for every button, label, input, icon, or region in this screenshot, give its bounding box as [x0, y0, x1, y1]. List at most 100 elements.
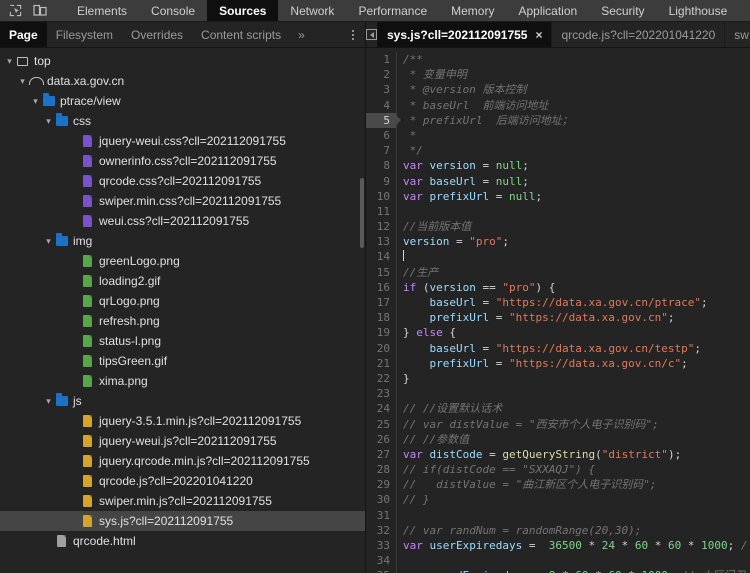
code-content[interactable]: 1/** 2 * 变量申明 3 * @version 版本控制 4 * baseUrl…	[366, 48, 750, 573]
tab-console[interactable]: Console	[139, 0, 207, 21]
chevron-down-icon[interactable]	[30, 97, 41, 106]
tree-item[interactable]: xima.png	[0, 371, 365, 391]
tree-item[interactable]: img	[0, 231, 365, 251]
tab-application[interactable]: Application	[506, 0, 589, 21]
tree-scrollbar[interactable]	[360, 178, 364, 248]
tree-item[interactable]: status-l.png	[0, 331, 365, 351]
chevron-down-icon[interactable]	[43, 237, 54, 246]
tree-item[interactable]: css	[0, 111, 365, 131]
code-line[interactable]: 34	[366, 553, 750, 569]
tree-item[interactable]: data.xa.gov.cn	[0, 71, 365, 91]
code-line[interactable]: 18 prefixUrl = "https://data.xa.gov.cn";	[366, 310, 750, 326]
tab-memory[interactable]: Memory	[439, 0, 506, 21]
editor-tab-sys-js[interactable]: sys.js?cll=202112091755 ×	[378, 22, 553, 47]
tree-item[interactable]: jquery-weui.js?cll=202112091755	[0, 431, 365, 451]
code-line[interactable]: 13 version = "pro";	[366, 234, 750, 250]
tab-network[interactable]: Network	[278, 0, 346, 21]
tree-item-label: jquery.qrcode.min.js?cll=202112091755	[99, 454, 310, 468]
tree-item[interactable]: qrcode.js?cll=202201041220	[0, 471, 365, 491]
tree-item[interactable]: loading2.gif	[0, 271, 365, 291]
editor-tab-qrcode-js[interactable]: qrcode.js?cll=202201041220	[552, 22, 726, 47]
gutter-divider	[396, 325, 397, 341]
nav-tab-page[interactable]: Page	[0, 22, 47, 47]
code-line[interactable]: 19} else {	[366, 325, 750, 341]
nav-tab-content-scripts[interactable]: Content scripts	[192, 22, 290, 47]
chevron-down-icon[interactable]	[43, 117, 54, 126]
code-line[interactable]: 17 baseUrl = "https://data.xa.gov.cn/ptr…	[366, 295, 750, 311]
code-line[interactable]: 25 // var distValue = "西安市个人电子识别码";	[366, 416, 750, 432]
code-line[interactable]: 1 /**	[366, 52, 750, 68]
source-editor[interactable]: 1/** 2 * 变量申明 3 * @version 版本控制 4 * baseUrl…	[366, 48, 750, 573]
tab-sources[interactable]: Sources	[207, 0, 279, 21]
tab-elements[interactable]: Elements	[65, 0, 139, 21]
tree-item[interactable]: qrcode.html	[0, 531, 365, 551]
tree-item[interactable]: refresh.png	[0, 311, 365, 331]
code-line[interactable]: 21 prefixUrl = "https://data.xa.gov.cn/c…	[366, 355, 750, 371]
tree-item[interactable]: qrLogo.png	[0, 291, 365, 311]
code-line[interactable]: 35 var guardExpiredays = 8 * 60 * 60 * 10…	[366, 568, 750, 573]
code-line[interactable]: 15 //生产	[366, 264, 750, 280]
code-line[interactable]: 23	[366, 386, 750, 402]
tree-item[interactable]: weui.css?cll=202112091755	[0, 211, 365, 231]
chevron-down-icon[interactable]	[17, 77, 28, 86]
code-line[interactable]: 12 //当前版本值	[366, 219, 750, 235]
code-line[interactable]: 5 * prefixUrl 后端访问地址；	[366, 112, 750, 128]
tab-performance[interactable]: Performance	[346, 0, 439, 21]
tree-item[interactable]: sys.js?cll=202112091755	[0, 511, 365, 531]
code-token: 24	[601, 539, 615, 552]
code-line[interactable]: 11	[366, 203, 750, 220]
code-line[interactable]: 20 baseUrl = "https://data.xa.gov.cn/tes…	[366, 340, 750, 356]
code-line[interactable]: 26 // //参数值	[366, 431, 750, 447]
code-line[interactable]: 14	[366, 249, 750, 265]
file-navigator-tree[interactable]: top data.xa.gov.cn ptrace/view css jquery-we…	[0, 48, 366, 573]
tree-item[interactable]: swiper.min.js?cll=202112091755	[0, 491, 365, 511]
nav-tab-overrides[interactable]: Overrides	[122, 22, 192, 47]
more-options-icon[interactable]	[341, 22, 365, 47]
code-line[interactable]: 28 // if(distCode == "SXXAQJ") {	[366, 462, 750, 478]
code-line[interactable]: 10 var prefixUrl = null;	[366, 188, 750, 204]
inspect-element-icon[interactable]	[4, 1, 26, 21]
tree-item-label: qrcode.js?cll=202201041220	[99, 474, 253, 488]
editor-tab-swiper-js[interactable]: sw	[725, 22, 750, 47]
close-icon[interactable]: ×	[535, 28, 542, 42]
tree-item[interactable]: jquery.qrcode.min.js?cll=202112091755	[0, 451, 365, 471]
code-line[interactable]: 16 if (version == "pro") {	[366, 279, 750, 295]
nav-tab-filesystem[interactable]: Filesystem	[47, 22, 122, 47]
code-line[interactable]: 31	[366, 507, 750, 523]
collapse-navigator-icon[interactable]	[366, 22, 378, 47]
tree-item[interactable]: jquery-weui.css?cll=202112091755	[0, 131, 365, 151]
code-line[interactable]: 32 // var randNum = randomRange(20,30);	[366, 522, 750, 538]
tree-item[interactable]: qrcode.css?cll=202112091755	[0, 171, 365, 191]
tree-item[interactable]: tipsGreen.gif	[0, 351, 365, 371]
code-line[interactable]: 29 // distValue = "曲江新区个人电子识别码";	[366, 477, 750, 493]
chevron-down-icon[interactable]	[4, 57, 15, 66]
code-line[interactable]: 2 * 变量申明	[366, 67, 750, 83]
tab-lighthouse[interactable]: Lighthouse	[657, 0, 740, 21]
code-text: // var randNum = randomRange(20,30);	[403, 523, 750, 538]
tree-item[interactable]: jquery-3.5.1.min.js?cll=202112091755	[0, 411, 365, 431]
code-line[interactable]: 8 var version = null;	[366, 158, 750, 174]
code-token: var	[403, 159, 423, 173]
code-line[interactable]: 9 var baseUrl = null;	[366, 173, 750, 189]
more-tabs-chevron-icon[interactable]: »	[290, 22, 313, 47]
tree-item[interactable]: swiper.min.css?cll=202112091755	[0, 191, 365, 211]
tree-item[interactable]: top	[0, 51, 365, 71]
tree-item[interactable]: js	[0, 391, 365, 411]
code-line[interactable]: 4 * baseUrl 前端访问地址	[366, 97, 750, 113]
tab-security[interactable]: Security	[589, 0, 656, 21]
code-line[interactable]: 33 var userExpiredays = 36500 * 24 * 60 *…	[366, 538, 750, 554]
tree-item[interactable]: ptrace/view	[0, 91, 365, 111]
code-line[interactable]: 27 var distCode = getQueryString("distric…	[366, 446, 750, 463]
code-line[interactable]: 24 // //设置默认话术	[366, 401, 750, 417]
tree-item[interactable]: greenLogo.png	[0, 251, 365, 271]
code-line[interactable]: 3 * @version 版本控制	[366, 82, 750, 98]
code-line[interactable]: 7 */	[366, 143, 750, 159]
code-line[interactable]: 22}	[366, 370, 750, 387]
code-line[interactable]: 30 // }	[366, 492, 750, 508]
device-toolbar-icon[interactable]	[29, 1, 51, 21]
chevron-down-icon[interactable]	[43, 397, 54, 406]
code-token: prefixUrl	[403, 356, 490, 370]
tree-item[interactable]: ownerinfo.css?cll=202112091755	[0, 151, 365, 171]
code-line[interactable]: 6 *	[366, 127, 750, 144]
